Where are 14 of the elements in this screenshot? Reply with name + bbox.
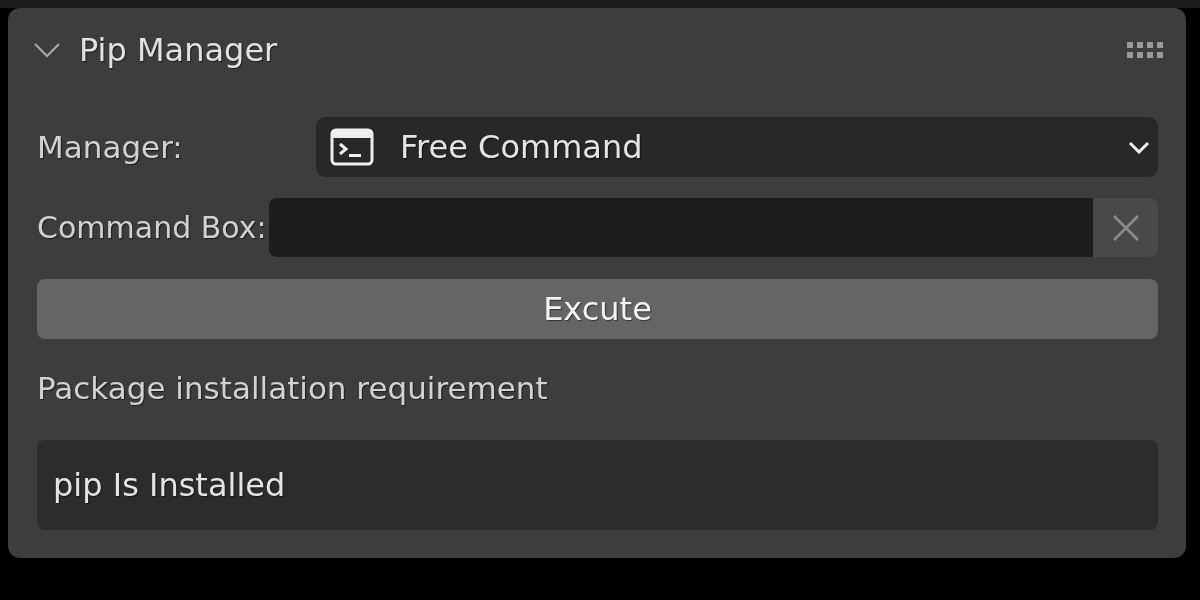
command-input[interactable]: [268, 198, 1093, 257]
execute-button[interactable]: Excute: [37, 279, 1158, 339]
field-label: Command Box:: [37, 210, 267, 245]
chevron-down-icon: [1128, 140, 1150, 154]
clear-button[interactable]: [1093, 198, 1158, 257]
section-label: Package installation requirement: [37, 369, 549, 408]
chevron-down-icon[interactable]: [33, 42, 61, 58]
grip-icon[interactable]: [1126, 40, 1164, 60]
status-message: pip Is Installed: [37, 440, 1158, 530]
terminal-icon: [330, 128, 374, 166]
panel-title: Pip Manager: [79, 31, 279, 69]
close-icon: [1111, 213, 1140, 242]
manager-dropdown[interactable]: Free Command: [316, 117, 1158, 177]
field-label: Manager:: [37, 129, 184, 165]
